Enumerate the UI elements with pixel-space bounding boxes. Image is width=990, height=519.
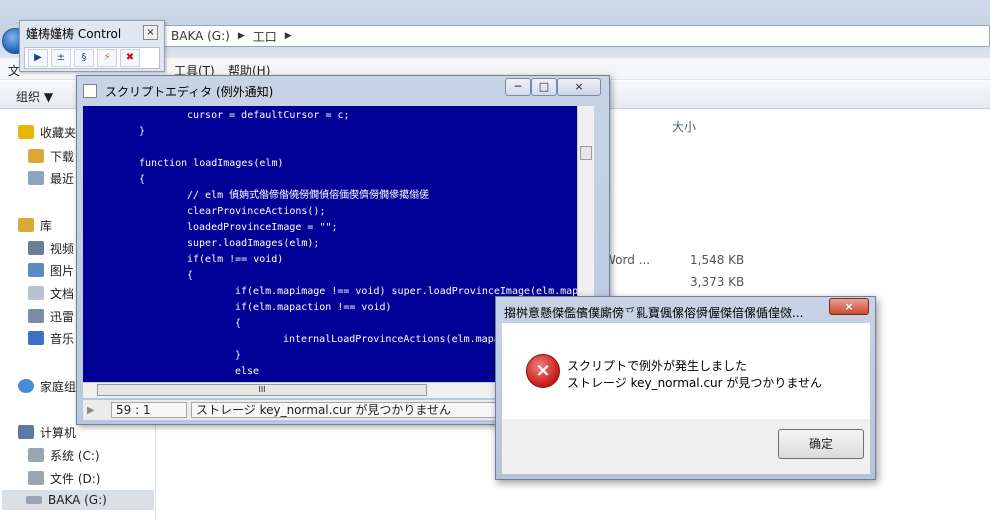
debug-button[interactable]: ⚡ [97, 49, 117, 67]
address-folder[interactable]: 工口 [253, 28, 277, 45]
code-line: else [235, 366, 260, 377]
file-size: 1,548 KB [690, 253, 745, 267]
close-button[interactable]: × [829, 298, 869, 315]
download-icon [28, 309, 44, 323]
nav-label: 收藏夹 [40, 125, 77, 140]
star-icon [18, 125, 34, 139]
nav-label: 下载 [50, 149, 75, 164]
usb-drive-icon [26, 496, 42, 504]
minimize-button[interactable]: ─ [505, 78, 531, 96]
nav-thunder[interactable]: 迅雷 [28, 306, 74, 326]
code-line: if(elm.mapaction !== void) [235, 302, 392, 313]
nav-drive-c[interactable]: 系统 (C:) [28, 445, 100, 465]
file-size: 3,373 KB [690, 275, 745, 289]
error-icon: × [526, 354, 560, 388]
video-icon [28, 241, 44, 255]
app-icon [83, 84, 97, 98]
nav-label: 系统 (C:) [50, 448, 100, 463]
code-line: if(elm !== void) [187, 254, 284, 265]
library-icon [18, 218, 34, 232]
maximize-button[interactable]: □ [531, 78, 557, 96]
script-button[interactable]: § [74, 49, 94, 67]
dialog-title: 搊桝意懸傑儖儐僕廝傍乊乿寶偑傫傛僢偓傑偣傫偱偟傚... [504, 306, 804, 320]
nav-music[interactable]: 音乐 [28, 328, 74, 348]
nav-favorites[interactable]: 收藏夹 [18, 122, 76, 142]
nav-label: 视频 [50, 241, 75, 256]
stop-button[interactable]: ✖ [120, 49, 140, 67]
play-icon[interactable]: ▶ [87, 405, 107, 416]
editor-title: スクリプトエディタ (例外通知) [105, 85, 274, 99]
control-title: 嫤梼嫤梼 Control [26, 27, 122, 41]
error-message-line2: ストレージ key_normal.cur が見つかりません [567, 376, 823, 390]
code-line: function loadImages(elm) [139, 158, 284, 169]
music-icon [28, 331, 44, 345]
dialog-footer: 确定 [502, 419, 870, 474]
control-window: 嫤梼嫤梼 Control × ▶ ± § ⚡ ✖ [19, 20, 165, 72]
column-header-size[interactable]: 大小 [672, 118, 696, 135]
code-line: { [235, 318, 242, 329]
nav-label: 家庭组 [40, 379, 77, 394]
nav-homegroup[interactable]: 家庭组 [18, 376, 76, 396]
nav-label: 库 [40, 218, 53, 233]
computer-icon [18, 425, 34, 439]
chevron-right-icon[interactable]: ▶ [285, 31, 292, 41]
code-line: } [235, 350, 242, 361]
nav-library[interactable]: 库 [18, 215, 52, 235]
nav-documents[interactable]: 文档 [28, 283, 74, 303]
file-type: Word ... [604, 253, 651, 267]
control-toolbar: ▶ ± § ⚡ ✖ [24, 47, 160, 69]
code-line: loadedProvinceImage = ""; [187, 222, 338, 233]
cursor-position: 59 : 1 [111, 402, 187, 418]
organize-button[interactable]: 组织 ▼ [16, 88, 53, 105]
nav-pictures[interactable]: 图片 [28, 260, 74, 280]
error-message-line1: スクリプトで例外が発生しました [567, 359, 748, 373]
status-message: ストレージ key_normal.cur が見つかりません [191, 402, 511, 418]
scroll-thumb[interactable] [580, 146, 592, 160]
scroll-thumb[interactable]: III [97, 384, 427, 396]
step-button[interactable]: ± [51, 49, 71, 67]
run-button[interactable]: ▶ [28, 49, 48, 67]
nav-videos[interactable]: 视频 [28, 238, 74, 258]
nav-label: 最近 [50, 171, 75, 186]
error-dialog: 搊桝意懸傑儖儐僕廝傍乊乿寶偑傫傛僢偓傑偣傫偱偟傚... × × スクリプトで例外… [495, 296, 876, 480]
nav-label: 文档 [50, 286, 75, 301]
recent-icon [28, 171, 44, 185]
drive-icon [28, 471, 44, 485]
code-line: { [139, 174, 146, 185]
homegroup-icon [18, 379, 34, 393]
nav-downloads[interactable]: 下载 [28, 146, 74, 166]
code-line: super.loadImages(elm); [187, 238, 320, 249]
address-bar[interactable]: BAKA (G:) ▶ 工口 ▶ [160, 25, 990, 47]
nav-label: 文件 (D:) [50, 471, 101, 486]
code-line: } [139, 126, 146, 137]
code-line: // elm 偵姌式偺偙偺僥僗僩偵傛偭偰儕僗僩傪擖傟傞 [187, 190, 430, 201]
nav-label: 迅雷 [50, 309, 75, 324]
document-icon [28, 286, 44, 300]
folder-icon [28, 149, 44, 163]
code-line: clearProvinceActions(); [187, 206, 326, 217]
nav-label: 音乐 [50, 331, 75, 346]
nav-recent[interactable]: 最近 [28, 168, 74, 188]
address-drive[interactable]: BAKA (G:) [171, 29, 230, 43]
ok-button[interactable]: 确定 [778, 429, 864, 459]
dialog-body: × スクリプトで例外が発生しました ストレージ key_normal.cur が… [502, 323, 870, 419]
close-button[interactable]: × [557, 78, 601, 96]
code-line: { [187, 270, 194, 281]
nav-drive-d[interactable]: 文件 (D:) [28, 468, 100, 488]
nav-label: 图片 [50, 263, 75, 278]
drive-icon [28, 448, 44, 462]
code-line: cursor = defaultCursor = c; [187, 110, 350, 121]
chevron-right-icon[interactable]: ▶ [238, 31, 245, 41]
nav-computer[interactable]: 计算机 [18, 422, 76, 442]
close-button[interactable]: × [143, 25, 158, 40]
nav-label: BAKA (G:) [48, 493, 107, 507]
nav-label: 计算机 [40, 425, 77, 440]
picture-icon [28, 263, 44, 277]
code-line: internalLoadProvinceActions(elm.mapac [283, 334, 506, 345]
nav-drive-g[interactable]: BAKA (G:) [2, 490, 154, 510]
